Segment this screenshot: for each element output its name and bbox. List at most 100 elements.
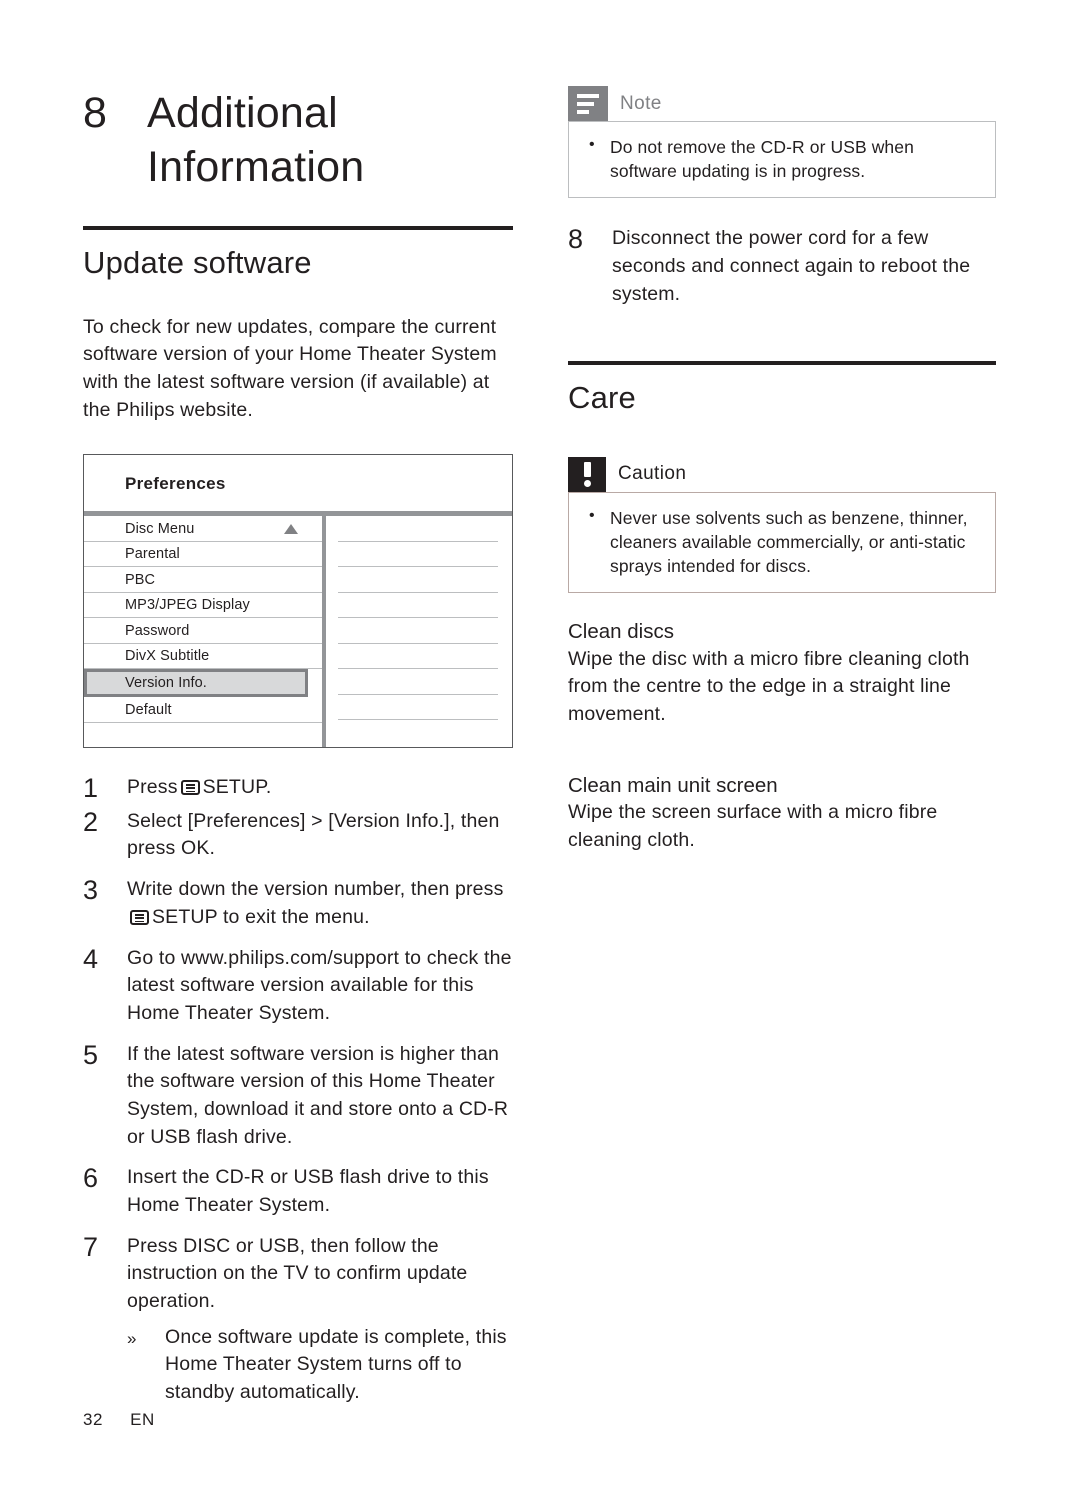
footer-page-number: 32: [83, 1410, 103, 1429]
preferences-menu-values-column: [326, 516, 512, 747]
menu-value-row: [338, 567, 498, 593]
section-rule-update-software: [83, 226, 513, 231]
step-1: 1 Press SETUP.: [83, 774, 513, 802]
menu-item-disc-menu[interactable]: Disc Menu: [84, 516, 322, 542]
paragraph-clean-main-unit-screen: Wipe the screen surface with a micro fib…: [568, 801, 938, 852]
menu-item-label: Disc Menu: [125, 520, 195, 537]
chapter-title-line2: Information: [147, 143, 365, 192]
step-7: 7 Press DISC or USB, then follow the ins…: [83, 1233, 513, 1407]
step-number: 5: [83, 1039, 99, 1070]
note-box-label: Note: [620, 92, 662, 114]
page-footer: 32 EN: [83, 1410, 155, 1430]
chapter-number: 8: [83, 89, 108, 137]
step-text-before: Press: [127, 775, 178, 798]
step-number: 3: [83, 875, 99, 906]
menu-bottom-padding: [84, 723, 322, 747]
caution-box-label: Caution: [618, 463, 687, 485]
intro-paragraph: To check for new updates, compare the cu…: [83, 315, 497, 421]
menu-item-label: MP3/JPEG Display: [125, 597, 250, 614]
step-number: 4: [83, 943, 99, 974]
menu-item-label: Password: [125, 622, 190, 639]
step-text: Press SETUP.: [127, 774, 513, 802]
step-text: Press DISC or USB, then follow the instr…: [127, 1233, 513, 1407]
substep: » Once software update is complete, this…: [127, 1324, 513, 1407]
preferences-menu-illustration: Preferences Disc Menu Parental PBC MP3/J…: [83, 454, 513, 748]
caution-box-item: Never use solvents such as benzene, thin…: [583, 505, 981, 578]
preferences-menu-title: Preferences: [125, 474, 226, 494]
step-8: 8 Disconnect the power cord for a few se…: [568, 225, 996, 308]
chapter-title: Additional Information: [147, 86, 513, 194]
setup-icon: [130, 909, 149, 925]
note-box: Note Do not remove the CD-R or USB when …: [568, 86, 996, 199]
caution-box-list: Never use solvents such as benzene, thin…: [583, 505, 981, 578]
note-box-list: Do not remove the CD-R or USB when softw…: [583, 134, 981, 183]
step-number: 8: [568, 224, 584, 255]
step-text-before: Write down the version number, then pres…: [127, 878, 504, 901]
preferences-menu-grid: Disc Menu Parental PBC MP3/JPEG Display …: [84, 516, 512, 747]
step-4: 4 Go to www.philips.com/support to check…: [83, 945, 513, 1028]
section-heading-care: Care: [568, 380, 636, 416]
step-7-substeps: » Once software update is complete, this…: [127, 1324, 513, 1407]
subheading-clean-main-unit-screen: Clean main unit screen: [568, 773, 778, 797]
step-number: 6: [83, 1163, 99, 1194]
menu-item-label: Default: [125, 701, 172, 718]
step-text: If the latest software version is higher…: [127, 1042, 509, 1148]
step-text: Write down the version number, then pres…: [127, 876, 513, 931]
paragraph-clean-discs: Wipe the disc with a micro fibre cleanin…: [568, 647, 970, 725]
menu-item-default[interactable]: Default: [84, 697, 322, 723]
menu-bottom-padding: [326, 720, 512, 744]
menu-value-row: [338, 669, 498, 695]
footer-language: EN: [130, 1410, 155, 1429]
note-box-header: Note: [568, 86, 996, 121]
step-text: Go to www.philips.com/support to check t…: [127, 946, 512, 1024]
chapter-title-line1: Additional: [147, 89, 338, 137]
menu-item-label: DivX Subtitle: [125, 648, 210, 665]
section-rule-care: [568, 361, 996, 366]
step-number: 1: [83, 772, 99, 803]
step-text: Disconnect the power cord for a few seco…: [612, 227, 971, 305]
menu-value-row: [338, 695, 498, 721]
caution-box: Caution Never use solvents such as benze…: [568, 456, 996, 593]
menu-value-row: [338, 644, 498, 670]
menu-item-label: Version Info.: [125, 675, 207, 692]
triangle-up-icon: [284, 523, 298, 534]
menu-item-version-info[interactable]: Version Info.: [84, 669, 308, 698]
substep-marker-icon: »: [127, 1328, 137, 1348]
menu-item-label: Parental: [125, 546, 180, 563]
menu-item-mp3-jpeg-display[interactable]: MP3/JPEG Display: [84, 593, 322, 619]
step-2: 2 Select [Preferences] > [Version Info.]…: [83, 808, 513, 863]
menu-item-password[interactable]: Password: [84, 618, 322, 644]
step-text-after: SETUP to exit the menu.: [152, 905, 370, 928]
menu-item-pbc[interactable]: PBC: [84, 567, 322, 593]
menu-value-row: [338, 618, 498, 644]
note-box-item: Do not remove the CD-R or USB when softw…: [583, 134, 981, 183]
menu-item-divx-subtitle[interactable]: DivX Subtitle: [84, 644, 322, 670]
step-number: 7: [83, 1231, 99, 1262]
manual-page: 8 Additional Information Update software…: [0, 0, 1080, 1509]
step-number: 2: [83, 806, 99, 837]
menu-value-row: [338, 593, 498, 619]
right-column: Note Do not remove the CD-R or USB when …: [568, 86, 996, 855]
left-column: 8 Additional Information Update software…: [83, 86, 513, 1420]
step-text: Select [Preferences] > [Version Info.], …: [127, 809, 500, 860]
step-6: 6 Insert the CD-R or USB flash drive to …: [83, 1164, 513, 1219]
menu-value-row: [338, 516, 498, 542]
step-text-before: Press DISC or USB, then follow the instr…: [127, 1234, 468, 1313]
section-heading-update-software: Update software: [83, 245, 312, 281]
step-5: 5 If the latest software version is high…: [83, 1041, 513, 1152]
step-text-after: SETUP.: [202, 775, 272, 798]
caution-box-body: Never use solvents such as benzene, thin…: [568, 491, 996, 593]
setup-icon: [180, 779, 200, 795]
substep-text: Once software update is complete, this H…: [165, 1325, 507, 1404]
note-box-body: Do not remove the CD-R or USB when softw…: [568, 121, 996, 199]
update-software-steps: 1 Press SETUP. 2 Select [Preferences] > […: [83, 774, 513, 1407]
exclamation-icon: [568, 456, 606, 492]
note-lines-icon: [568, 86, 608, 121]
chapter-heading: 8 Additional Information: [83, 86, 513, 194]
subheading-clean-discs: Clean discs: [568, 619, 674, 643]
menu-item-label: PBC: [125, 571, 156, 588]
step-3: 3 Write down the version number, then pr…: [83, 876, 513, 931]
menu-item-parental[interactable]: Parental: [84, 542, 322, 568]
step-text: Insert the CD-R or USB flash drive to th…: [127, 1166, 489, 1217]
preferences-menu-items: Disc Menu Parental PBC MP3/JPEG Display …: [84, 516, 326, 747]
